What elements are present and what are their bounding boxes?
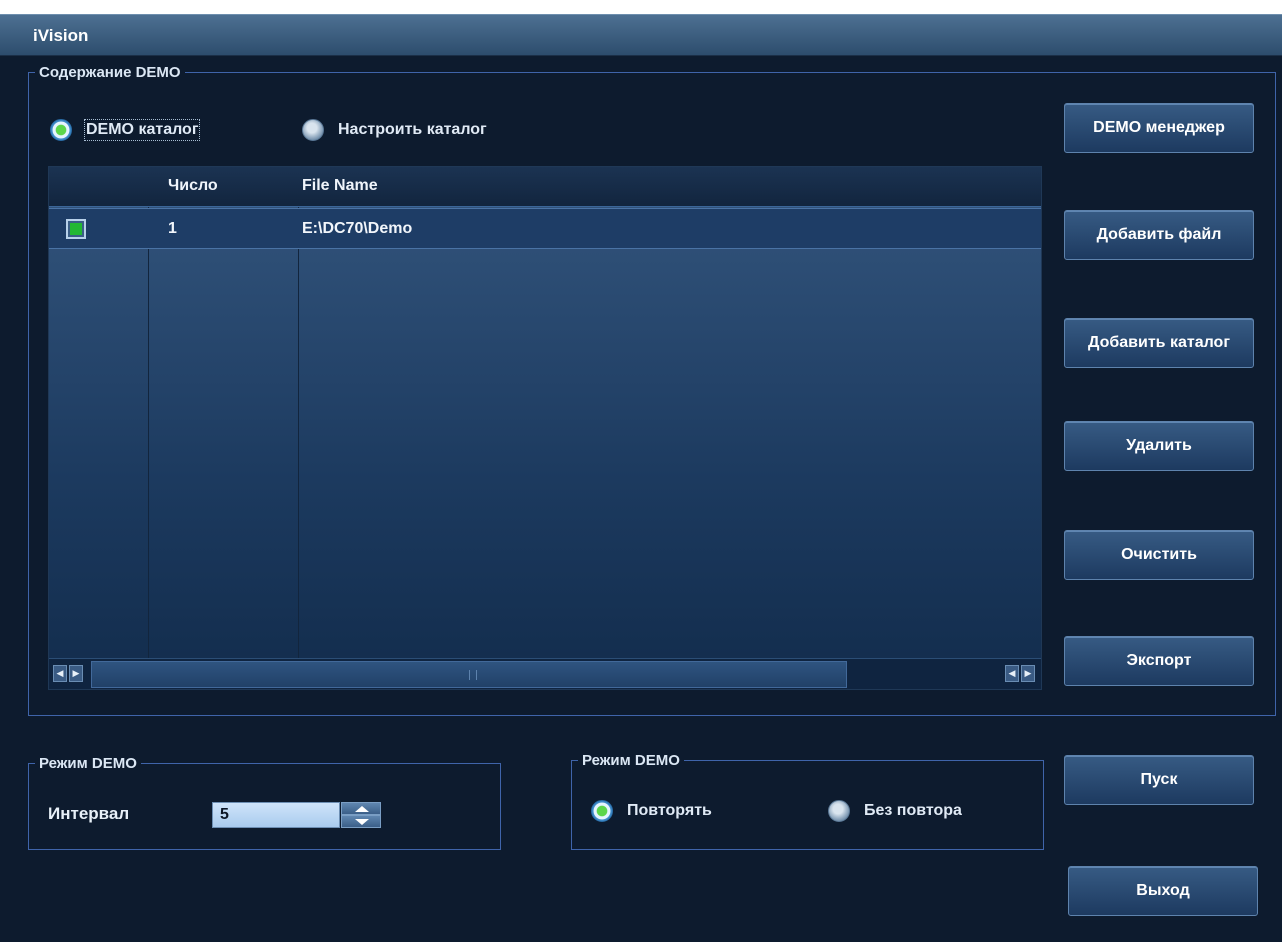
interval-spinner[interactable] <box>341 802 381 828</box>
interval-input[interactable] <box>212 802 340 828</box>
clear-button[interactable]: Очистить <box>1064 530 1254 580</box>
scrollbar-grip-icon <box>469 670 477 680</box>
radio-unselected-icon <box>302 119 324 141</box>
radio-custom-catalog[interactable]: Настроить каталог <box>302 119 487 141</box>
radio-demo-catalog[interactable]: DEMO каталог <box>50 119 201 141</box>
row-file-name: E:\DC70\Demo <box>302 220 413 237</box>
table-header: Число File Name <box>49 167 1041 207</box>
demo-mode-interval-legend: Режим DEMO <box>39 755 137 772</box>
add-catalog-button[interactable]: Добавить каталог <box>1064 318 1254 368</box>
ivision-window: iVision Содержание DEMO DEMO каталог Нас… <box>0 14 1282 942</box>
scroll-left-arrow-icon[interactable]: ◀ <box>1005 665 1019 682</box>
radio-no-repeat[interactable]: Без повтора <box>828 800 962 822</box>
radio-repeat-label: Повторять <box>627 802 712 819</box>
radio-demo-catalog-label: DEMO каталог <box>83 119 201 141</box>
scroll-right-arrow-icon[interactable]: ▶ <box>69 665 83 682</box>
horizontal-scrollbar[interactable]: ◀ ▶ ◀ ▶ <box>49 658 1041 689</box>
scroll-left-arrow-icon[interactable]: ◀ <box>53 665 67 682</box>
scrollbar-thumb[interactable] <box>91 661 847 688</box>
demo-mode-repeat-legend: Режим DEMO <box>582 752 680 769</box>
demo-content-legend: Содержание DEMO <box>39 64 181 81</box>
title-bar: iVision <box>0 14 1282 56</box>
spin-up-arrow-icon[interactable] <box>341 802 381 815</box>
radio-custom-catalog-label: Настроить каталог <box>338 121 487 138</box>
delete-button[interactable]: Удалить <box>1064 421 1254 471</box>
export-button[interactable]: Экспорт <box>1064 636 1254 686</box>
radio-repeat[interactable]: Повторять <box>591 800 712 822</box>
spin-down-arrow-icon[interactable] <box>341 815 381 828</box>
demo-file-table[interactable]: Число File Name 1 E:\DC70\Demo ◀ ▶ ◀ ▶ <box>48 166 1042 690</box>
row-number: 1 <box>168 220 177 237</box>
window-title: iVision <box>33 26 89 45</box>
column-header-file-name: File Name <box>302 177 378 194</box>
table-row[interactable]: 1 E:\DC70\Demo <box>49 208 1041 249</box>
exit-button[interactable]: Выход <box>1068 866 1258 916</box>
scroll-right-arrow-icon[interactable]: ▶ <box>1021 665 1035 682</box>
interval-label: Интервал <box>48 804 130 823</box>
row-checkbox[interactable] <box>66 219 86 239</box>
demo-manager-button[interactable]: DEMO менеджер <box>1064 103 1254 153</box>
column-header-number: Число <box>168 177 218 194</box>
radio-unselected-icon <box>828 800 850 822</box>
start-button[interactable]: Пуск <box>1064 755 1254 805</box>
radio-selected-icon <box>50 119 72 141</box>
radio-selected-icon <box>591 800 613 822</box>
add-file-button[interactable]: Добавить файл <box>1064 210 1254 260</box>
radio-no-repeat-label: Без повтора <box>864 802 962 819</box>
